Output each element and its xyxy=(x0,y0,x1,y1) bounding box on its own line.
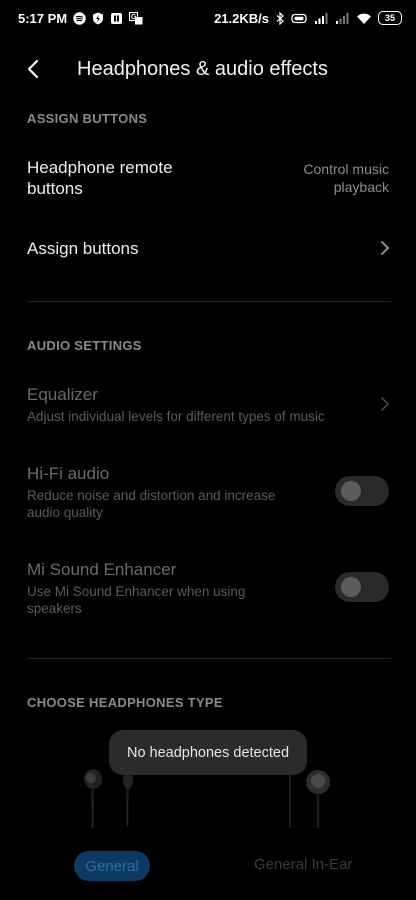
headphone-remote-label-line1: Headphone remote xyxy=(27,158,173,177)
toast-message: No headphones detected xyxy=(109,730,307,775)
bluetooth-icon xyxy=(275,11,285,25)
equalizer-label: Equalizer xyxy=(27,385,98,404)
headphone-type-in-ear-label[interactable]: General In-Ear xyxy=(254,856,352,873)
mi-sound-enhancer-toggle[interactable] xyxy=(335,572,389,602)
chevron-right-icon xyxy=(381,397,390,411)
mi-sound-enhancer-subtitle: Use Mi Sound Enhancer when using speaker… xyxy=(27,583,245,617)
equalizer-row[interactable]: Equalizer Adjust individual levels for d… xyxy=(0,380,416,428)
signal-icon-2 xyxy=(335,12,350,25)
page-title: Headphones & audio effects xyxy=(77,57,328,80)
battery-icon: 35 xyxy=(378,11,402,25)
mi-sound-enhancer-subtitle-line2: speakers xyxy=(27,601,82,616)
hifi-audio-subtitle-line2: audio quality xyxy=(27,505,103,520)
status-time: 5:17 PM xyxy=(18,10,68,26)
chevron-right-icon xyxy=(381,241,390,255)
toggle-knob xyxy=(341,481,361,501)
headphone-remote-value: Control music playback xyxy=(303,160,389,196)
status-bar-right: 21.2KB/s 35 xyxy=(214,11,402,26)
section-header-audio-settings: AUDIO SETTINGS xyxy=(27,338,142,353)
hifi-audio-subtitle: Reduce noise and distortion and increase… xyxy=(27,487,275,521)
back-arrow-icon[interactable] xyxy=(22,58,46,80)
vpn-icon xyxy=(110,12,123,25)
translate-icon: G xyxy=(129,11,143,25)
status-bar: 5:17 PM G 21.2KB/s 35 xyxy=(0,0,416,36)
headphone-remote-value-line1: Control music xyxy=(303,161,389,177)
mi-sound-enhancer-row[interactable]: Mi Sound Enhancer Use Mi Sound Enhancer … xyxy=(0,556,416,620)
network-speed: 21.2KB/s xyxy=(214,10,269,26)
wifi-icon xyxy=(356,12,372,25)
earbuds-icon xyxy=(84,769,133,828)
headphone-remote-label: Headphone remote buttons xyxy=(27,157,173,199)
status-bar-left: 5:17 PM G xyxy=(18,11,143,26)
mi-sound-enhancer-subtitle-line1: Use Mi Sound Enhancer when using xyxy=(27,584,246,599)
headphone-type-general-button[interactable]: General xyxy=(74,851,150,881)
headphone-remote-value-line2: playback xyxy=(333,179,389,195)
mi-sound-enhancer-label: Mi Sound Enhancer xyxy=(27,560,177,579)
assign-buttons-row[interactable]: Assign buttons xyxy=(0,228,416,270)
section-header-assign-buttons: ASSIGN BUTTONS xyxy=(27,111,148,126)
equalizer-subtitle: Adjust individual levels for different t… xyxy=(27,409,325,424)
hifi-audio-subtitle-line1: Reduce noise and distortion and increase xyxy=(27,488,276,503)
assign-buttons-label: Assign buttons xyxy=(27,239,139,258)
headphone-remote-buttons-row[interactable]: Headphone remote buttons Control music p… xyxy=(0,148,416,212)
hifi-audio-toggle[interactable] xyxy=(335,476,389,506)
section-header-choose-headphones: CHOOSE HEADPHONES TYPE xyxy=(27,695,223,710)
toggle-knob xyxy=(341,577,361,597)
hifi-audio-label: Hi-Fi audio xyxy=(27,464,110,483)
spotify-icon xyxy=(73,11,86,25)
headphone-remote-label-line2: buttons xyxy=(27,179,83,198)
headphone-option-general[interactable] xyxy=(70,766,160,846)
shield-icon xyxy=(92,12,104,25)
divider xyxy=(27,301,391,302)
battery-saver-icon xyxy=(291,12,308,25)
divider xyxy=(27,658,391,659)
app-bar: Headphones & audio effects xyxy=(0,50,416,88)
signal-icon xyxy=(314,12,329,25)
hifi-audio-row[interactable]: Hi-Fi audio Reduce noise and distortion … xyxy=(0,460,416,524)
